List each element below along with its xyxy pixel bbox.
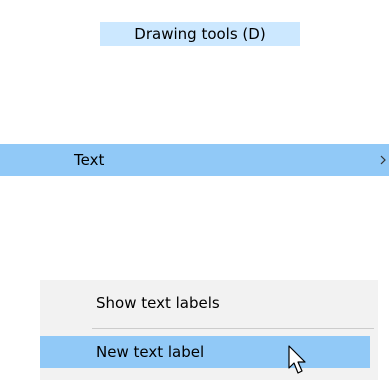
menu-item-show-text-labels-label: Show text labels — [96, 294, 220, 312]
mouse-pointer-icon — [288, 345, 310, 377]
menu-item-new-text-label[interactable]: New text label — [40, 336, 370, 368]
menu-separator — [92, 328, 374, 329]
drawing-tools-menu-button[interactable]: Drawing tools (D) — [100, 22, 300, 46]
text-submenu: Show text labels New text label — [40, 280, 378, 380]
menu-item-text-label: Text — [74, 151, 105, 169]
menu-item-show-text-labels[interactable]: Show text labels — [40, 288, 378, 318]
menu-item-text[interactable]: Text — [0, 144, 389, 176]
drawing-tools-label: Drawing tools (D) — [134, 25, 266, 43]
menu-item-new-text-label-label: New text label — [96, 343, 205, 361]
chevron-right-icon — [379, 144, 389, 176]
